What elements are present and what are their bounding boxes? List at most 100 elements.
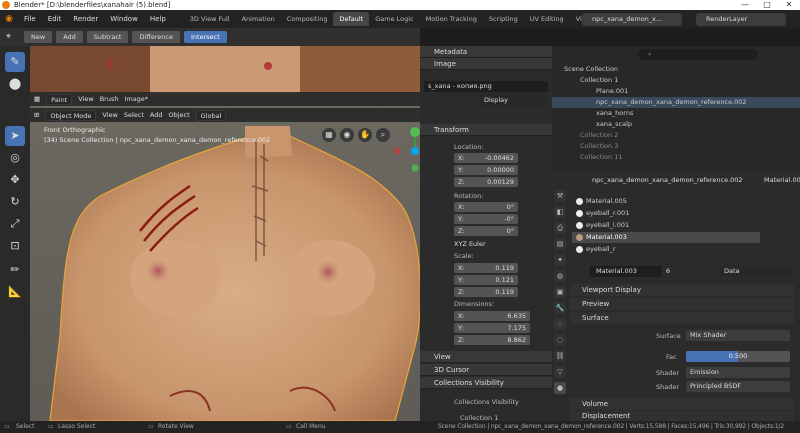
rotation-x-field[interactable]: X: 0°	[454, 202, 518, 212]
material-slot[interactable]: eyeball_r	[572, 244, 760, 255]
outliner-search-input[interactable]: ⌕	[638, 49, 758, 60]
tab-uv-editing[interactable]: UV Editing	[524, 12, 570, 26]
menu-help[interactable]: Help	[144, 15, 172, 23]
tool-tab-icon[interactable]: ⚒	[554, 190, 566, 202]
cursor-icon[interactable]: ◎	[5, 148, 25, 168]
tab-motion-tracking[interactable]: Motion Tracking	[420, 12, 483, 26]
outliner-scene-collection[interactable]: Scene Collection	[552, 64, 800, 75]
scale-icon[interactable]: ⤢	[5, 214, 25, 234]
menu-edit[interactable]: Edit	[42, 15, 68, 23]
menu-select[interactable]: Select	[124, 111, 144, 119]
object-mode-dropdown[interactable]: Object Mode	[45, 109, 97, 121]
image-section[interactable]: Image	[420, 58, 552, 70]
menu-brush[interactable]: Brush	[100, 95, 119, 103]
render-tab-icon[interactable]: ◧	[554, 206, 566, 218]
collections-visibility-section[interactable]: Collections Visibility	[420, 377, 552, 389]
annotate-icon[interactable]: ✏	[5, 260, 25, 280]
viewport-type-icon[interactable]: ⊞	[34, 111, 39, 119]
material-name-field[interactable]: Material.003	[590, 266, 662, 277]
rotation-y-field[interactable]: Y: -0°	[454, 214, 518, 224]
modifier-tab-icon[interactable]: 🔧	[554, 302, 566, 314]
outliner-npc-xana[interactable]: npc_xana_demon_xana_demon_reference.002	[552, 97, 800, 108]
rotation-mode-dropdown[interactable]: XYZ Euler	[454, 239, 548, 249]
render-layer-selector[interactable]: RenderLayer	[696, 13, 786, 26]
3d-cursor-section[interactable]: 3D Cursor	[420, 364, 552, 376]
surface-section[interactable]: Surface	[570, 312, 794, 324]
menu-image[interactable]: Image*	[124, 95, 148, 103]
material-slot[interactable]: Material.005	[572, 196, 760, 207]
outliner-collection-3[interactable]: Collection 3	[552, 141, 800, 152]
material-slot-selected[interactable]: Material.003	[572, 232, 760, 243]
constraints-tab-icon[interactable]: ⛓	[554, 350, 566, 362]
display-dropdown[interactable]: Display	[480, 94, 546, 106]
scene-tab-icon[interactable]: ✦	[554, 254, 566, 266]
preview-section[interactable]: Preview	[570, 298, 794, 310]
location-z-field[interactable]: Z: 0.00129	[454, 177, 518, 187]
paint-mode-dropdown[interactable]: Paint	[46, 93, 73, 105]
tab-game-logic[interactable]: Game Logic	[369, 12, 419, 26]
mode-difference-button[interactable]: Difference	[132, 31, 180, 43]
measure-icon[interactable]: 📐	[5, 282, 25, 302]
outliner-collection-2[interactable]: Collection 2	[552, 130, 800, 141]
output-tab-icon[interactable]: ⎙	[554, 222, 566, 234]
material-tab-icon[interactable]: ●	[554, 382, 566, 394]
editor-type-icon[interactable]: ▦	[34, 95, 40, 103]
tab-default[interactable]: Default	[333, 12, 370, 26]
tool-settings-icon[interactable]: ⌖	[6, 32, 20, 42]
move-icon[interactable]: ✥	[5, 170, 25, 190]
metadata-section[interactable]: Metadata	[420, 46, 552, 58]
mode-new-button[interactable]: New	[24, 31, 53, 43]
view-layer-tab-icon[interactable]: ▤	[554, 238, 566, 250]
fill-icon[interactable]: ⬤	[5, 74, 25, 94]
scale-y-field[interactable]: Y: 0.121	[454, 275, 518, 285]
image-name-field[interactable]: s_xana - копия.png	[424, 80, 548, 92]
outliner-collection-11[interactable]: Collection 11	[552, 152, 800, 163]
material-slot[interactable]: eyeball_l.001	[572, 220, 760, 231]
zoom-icon[interactable]: ⌕	[376, 128, 390, 142]
object-tab-icon[interactable]: ▣	[554, 286, 566, 298]
mode-subtract-button[interactable]: Subtract	[86, 31, 129, 43]
menu-render[interactable]: Render	[67, 15, 104, 23]
outliner-xana-scalp[interactable]: xana_scalp	[552, 119, 800, 130]
close-button[interactable]: ✕	[778, 0, 800, 10]
camera-icon[interactable]: ◉	[340, 128, 354, 142]
view-section[interactable]: View	[420, 351, 552, 363]
menu-file[interactable]: File	[18, 15, 42, 23]
outliner-collection-1[interactable]: Collection 1	[552, 75, 800, 86]
scale-x-field[interactable]: X: 0.119	[454, 263, 518, 273]
viewport-display-section[interactable]: Viewport Display	[570, 284, 794, 296]
select-cursor-icon[interactable]: ➤	[5, 126, 25, 146]
shader-1-field[interactable]: Emission	[686, 367, 790, 378]
transform-section[interactable]: Transform	[420, 124, 552, 136]
draw-brush-icon[interactable]: ✎	[5, 52, 25, 72]
rotate-icon[interactable]: ↻	[5, 192, 25, 212]
dimensions-z-field[interactable]: Z: 8.862	[454, 335, 530, 345]
shader-2-field[interactable]: Principled BSDF	[686, 381, 790, 392]
dimensions-y-field[interactable]: Y: 7.175	[454, 323, 530, 333]
fac-slider[interactable]: 0.500	[686, 351, 790, 362]
rotation-z-field[interactable]: Z: 0°	[454, 226, 518, 236]
scene-selector[interactable]: npc_xana_demon_x...	[582, 13, 682, 26]
transform-icon[interactable]: ⊡	[5, 236, 25, 256]
menu-view[interactable]: View	[78, 95, 93, 103]
outliner-xana-horns[interactable]: xana_horns	[552, 108, 800, 119]
toggle-view-icon[interactable]: ▦	[322, 128, 336, 142]
material-slot[interactable]: eyeball_r.001	[572, 208, 760, 219]
menu-view-3d[interactable]: View	[102, 111, 117, 119]
minimize-button[interactable]: —	[734, 0, 756, 10]
blender-menu-icon[interactable]: ◉	[0, 14, 18, 24]
location-x-field[interactable]: X: -0.00462	[454, 153, 518, 163]
menu-window[interactable]: Window	[104, 15, 144, 23]
maximize-button[interactable]: □	[756, 0, 778, 10]
surface-shader-field[interactable]: Mix Shader	[686, 330, 790, 341]
transform-orientation-dropdown[interactable]: Global	[195, 109, 227, 121]
displacement-section[interactable]: Displacement	[570, 411, 794, 421]
viewport-area[interactable]: ▦ Paint View Brush Image* ⊞ Object Mode …	[30, 46, 420, 421]
data-tab-icon[interactable]: ▽	[554, 366, 566, 378]
world-tab-icon[interactable]: ◍	[554, 270, 566, 282]
scale-z-field[interactable]: Z: 0.119	[454, 287, 518, 297]
physics-tab-icon[interactable]: ◌	[554, 334, 566, 346]
location-y-field[interactable]: Y: 0.00000	[454, 165, 518, 175]
tab-animation[interactable]: Animation	[236, 12, 281, 26]
tab-compositing[interactable]: Compositing	[281, 12, 334, 26]
